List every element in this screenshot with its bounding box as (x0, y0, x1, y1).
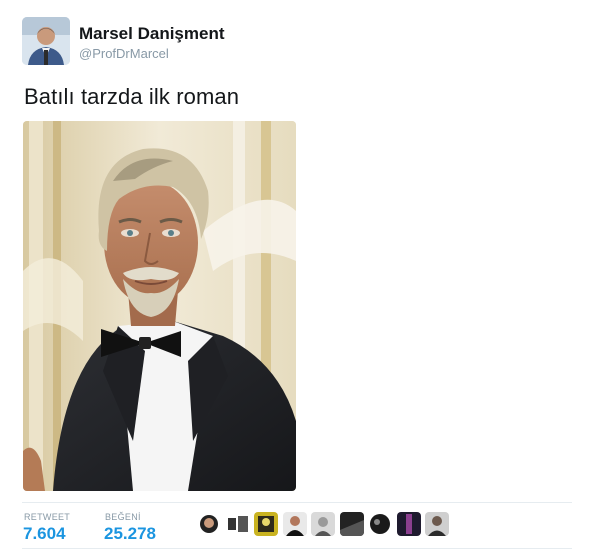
liker-avatar-1[interactable] (197, 512, 221, 536)
liker-avatar-4[interactable] (283, 512, 307, 536)
liker-avatar-8[interactable] (397, 512, 421, 536)
liker-avatar-6[interactable] (340, 512, 364, 536)
retweet-count[interactable]: 7.604 (23, 524, 66, 544)
author-display-name[interactable]: Marsel Danişment (79, 24, 225, 44)
stats-top-divider (22, 502, 572, 503)
tweet-photo[interactable] (23, 121, 296, 491)
author-avatar[interactable] (22, 17, 70, 65)
retweet-label: RETWEET (24, 512, 71, 522)
liker-avatar-7[interactable] (368, 512, 392, 536)
liker-avatar-3[interactable] (254, 512, 278, 536)
tweet-text: Batılı tarzda ilk roman (24, 84, 240, 109)
liker-avatar-2[interactable] (226, 512, 250, 536)
author-handle[interactable]: @ProfDrMarcel (79, 46, 169, 61)
liker-avatar-9[interactable] (425, 512, 449, 536)
like-count[interactable]: 25.278 (104, 524, 156, 544)
liker-avatar-5[interactable] (311, 512, 335, 536)
tweet-card: Marsel Danişment @ProfDrMarcel Batılı ta… (0, 0, 600, 560)
like-label: BEĞENİ (105, 512, 141, 522)
stats-bottom-divider (22, 548, 572, 549)
